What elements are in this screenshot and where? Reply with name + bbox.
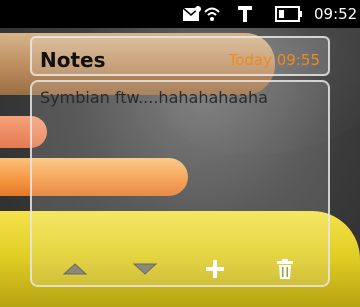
message-icon: [182, 6, 201, 21]
arrow-down-icon: [132, 263, 158, 275]
delete-note-button[interactable]: [270, 258, 300, 280]
wifi-icon: [204, 7, 220, 21]
widget-timestamp: Today 09:55: [228, 51, 320, 69]
add-note-button[interactable]: [200, 258, 230, 280]
note-text[interactable]: Symbian ftw....hahahahaaha: [40, 88, 268, 107]
status-bar: 09:52: [0, 0, 360, 28]
battery-icon: [275, 6, 302, 22]
previous-note-button[interactable]: [60, 258, 90, 280]
status-time: 09:52: [314, 5, 358, 23]
next-note-button[interactable]: [130, 258, 160, 280]
usb-icon: [238, 6, 252, 22]
widget-title: Notes: [40, 48, 106, 72]
delete-icon: [277, 259, 293, 279]
notes-widget-body[interactable]: Symbian ftw....hahahahaaha: [30, 80, 330, 287]
notes-widget-header[interactable]: Notes Today 09:55: [30, 36, 330, 76]
add-icon: [206, 260, 224, 278]
arrow-up-icon: [62, 263, 88, 275]
